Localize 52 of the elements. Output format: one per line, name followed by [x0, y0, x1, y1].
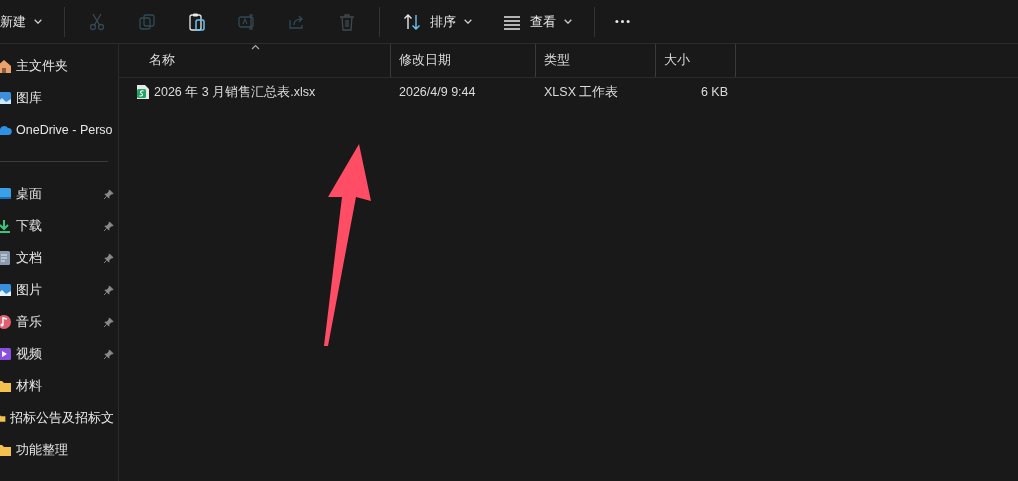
type-cell-text: XLSX 工作表 — [543, 83, 620, 101]
sidebar-item[interactable]: 音乐 — [0, 306, 118, 338]
desktop-icon — [0, 186, 12, 202]
sidebar-label: 材料 — [16, 377, 43, 395]
column-header[interactable]: 修改日期 — [391, 44, 536, 77]
sidebar-item[interactable]: 下载 — [0, 210, 118, 242]
pin-icon — [103, 316, 114, 328]
download-icon — [0, 218, 12, 234]
sidebar-item[interactable]: OneDrive - Perso — [0, 114, 118, 146]
pin-icon — [103, 188, 114, 200]
sidebar-label: OneDrive - Perso — [16, 123, 114, 137]
new-button[interactable]: 新建 — [0, 4, 56, 39]
image-icon — [0, 90, 12, 106]
spreadsheet-file-icon — [136, 84, 150, 100]
video-icon — [0, 346, 12, 362]
sidebar-label: 文档 — [16, 249, 43, 267]
sidebar-label: 下载 — [16, 217, 43, 235]
document-icon — [0, 250, 12, 266]
sidebar-label: 招标公告及招标文 — [10, 409, 114, 427]
date-cell-text: 2026/4/9 9:44 — [398, 85, 477, 99]
folder-icon — [0, 378, 12, 394]
sidebar-item[interactable]: 主文件夹 — [0, 50, 118, 82]
view-button[interactable]: 查看 — [488, 4, 586, 39]
sidebar-label: 桌面 — [16, 185, 43, 203]
sidebar-item[interactable]: 视频 — [0, 338, 118, 370]
music-icon — [0, 314, 12, 330]
sidebar-item[interactable]: 材料 — [0, 370, 118, 402]
sidebar-item[interactable]: 桌面 — [0, 178, 118, 210]
pin-icon — [103, 252, 114, 264]
home-icon — [0, 58, 12, 74]
sidebar-item[interactable]: 招标公告及招标文 — [0, 402, 118, 434]
sidebar-label: 功能整理 — [16, 441, 69, 459]
sort-button[interactable]: 排序 — [388, 4, 486, 39]
folder-icon — [0, 442, 12, 458]
column-header[interactable]: 名称 — [119, 44, 391, 77]
image-icon — [0, 282, 12, 298]
size-cell-text: 6 KB — [699, 85, 729, 99]
sidebar-item[interactable]: 功能整理 — [0, 434, 118, 466]
column-header[interactable]: 大小 — [656, 44, 736, 77]
sidebar-item[interactable]: 图片 — [0, 274, 118, 306]
pin-icon — [103, 348, 114, 360]
pin-icon — [103, 284, 114, 296]
column-header[interactable]: 类型 — [536, 44, 656, 77]
pin-icon — [103, 220, 114, 232]
sidebar-item[interactable]: 文档 — [0, 242, 118, 274]
sidebar-label: 视频 — [16, 345, 43, 363]
sidebar-label: 主文件夹 — [16, 57, 69, 75]
sidebar-label: 图片 — [16, 281, 43, 299]
sidebar-item[interactable]: 图库 — [0, 82, 118, 114]
sidebar-label: 图库 — [16, 89, 43, 107]
sidebar-label: 音乐 — [16, 313, 43, 331]
file-name[interactable]: 2026 年 3 月销售汇总表.xlsx — [154, 83, 316, 101]
